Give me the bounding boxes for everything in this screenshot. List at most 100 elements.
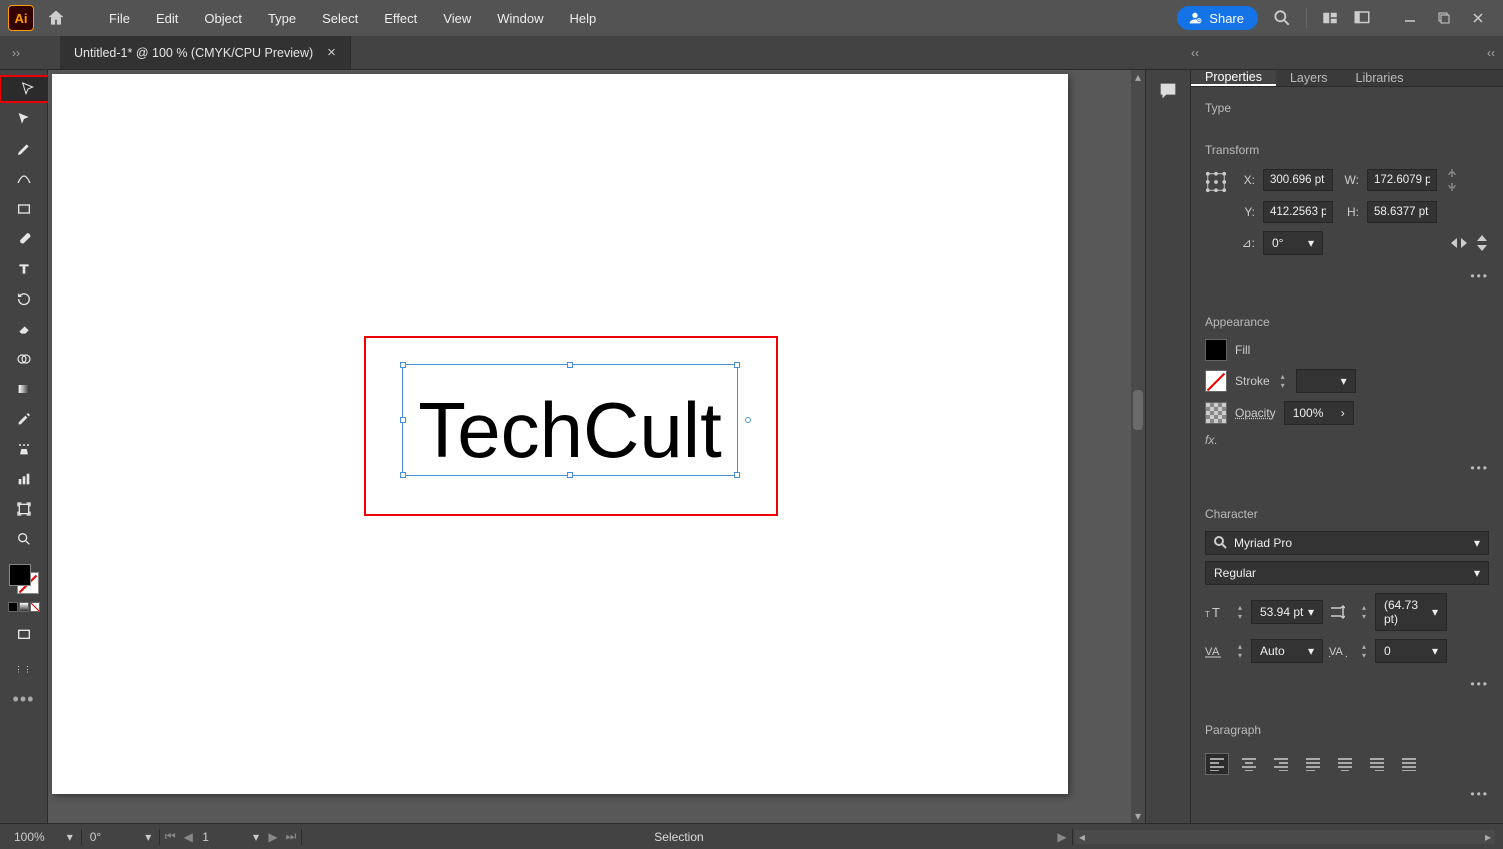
menu-edit[interactable]: Edit: [143, 11, 191, 26]
last-artboard-button[interactable]: ⏭: [283, 829, 299, 845]
leading-stepper[interactable]: ▴▾: [1359, 603, 1369, 621]
tab-properties[interactable]: Properties: [1191, 70, 1276, 86]
appearance-more[interactable]: •••: [1191, 459, 1503, 481]
canvas-area[interactable]: TechCult ▴ ▾: [48, 70, 1145, 823]
scroll-down-icon[interactable]: ▾: [1131, 809, 1145, 823]
zoom-tool[interactable]: [8, 526, 40, 552]
fx-label[interactable]: fx.: [1205, 433, 1218, 447]
align-left-button[interactable]: [1205, 753, 1229, 775]
justify-center-button[interactable]: [1333, 753, 1357, 775]
zoom-level[interactable]: 100%▾: [8, 830, 79, 844]
align-right-button[interactable]: [1269, 753, 1293, 775]
scroll-left-icon[interactable]: ◂: [1075, 830, 1089, 844]
menu-help[interactable]: Help: [556, 11, 609, 26]
angle-input[interactable]: 0°▾: [1263, 231, 1323, 255]
fill-swatch[interactable]: [9, 564, 31, 586]
color-mode-solid[interactable]: [8, 602, 18, 612]
arrange-icon[interactable]: [1321, 9, 1339, 27]
color-mode-none[interactable]: [30, 602, 40, 612]
menu-view[interactable]: View: [430, 11, 484, 26]
status-menu-icon[interactable]: ▶: [1054, 829, 1070, 845]
horizontal-scrollbar[interactable]: ◂ ▸: [1075, 830, 1495, 844]
transform-more[interactable]: •••: [1191, 267, 1503, 289]
panel-toggle-left-icon[interactable]: ‹‹: [1191, 46, 1199, 60]
search-icon[interactable]: [1272, 8, 1292, 28]
kerning-stepper[interactable]: ▴▾: [1235, 642, 1245, 660]
artboard-tool[interactable]: [8, 496, 40, 522]
tracking-input[interactable]: 0▾: [1375, 639, 1447, 663]
close-tab-icon[interactable]: ×: [327, 44, 336, 61]
color-mode-gradient[interactable]: [19, 602, 29, 612]
font-size-stepper[interactable]: ▴▾: [1235, 603, 1245, 621]
maximize-button[interactable]: [1427, 8, 1461, 28]
graph-tool[interactable]: [8, 466, 40, 492]
fill-color-swatch[interactable]: [1205, 339, 1227, 361]
leading-input[interactable]: (64.73 pt)▾: [1375, 593, 1447, 631]
tab-libraries[interactable]: Libraries: [1342, 70, 1418, 86]
text-object[interactable]: TechCult: [402, 374, 738, 486]
h-input[interactable]: [1367, 201, 1437, 223]
minimize-button[interactable]: [1393, 8, 1427, 28]
screen-mode-tool[interactable]: [8, 622, 40, 648]
eyedropper-tool[interactable]: [8, 406, 40, 432]
eraser-tool[interactable]: [8, 316, 40, 342]
paragraph-more[interactable]: •••: [1191, 785, 1503, 807]
align-center-button[interactable]: [1237, 753, 1261, 775]
close-button[interactable]: [1461, 8, 1495, 28]
constrain-proportions-icon[interactable]: [1445, 167, 1459, 193]
home-icon[interactable]: [46, 8, 66, 28]
character-more[interactable]: •••: [1191, 675, 1503, 697]
edit-toolbar[interactable]: ⋮⋮: [8, 656, 40, 682]
font-family-dropdown[interactable]: Myriad Pro ▾: [1205, 531, 1489, 555]
y-input[interactable]: [1263, 201, 1333, 223]
comments-icon[interactable]: [1157, 80, 1179, 102]
rotate-tool[interactable]: [8, 286, 40, 312]
vscroll-thumb[interactable]: [1133, 390, 1143, 430]
w-input[interactable]: [1367, 169, 1437, 191]
shape-builder-tool[interactable]: [8, 346, 40, 372]
curvature-tool[interactable]: [8, 166, 40, 192]
vertical-scrollbar[interactable]: ▴ ▾: [1131, 70, 1145, 823]
font-size-input[interactable]: 53.94 pt▾: [1251, 600, 1323, 624]
justify-all-button[interactable]: [1397, 753, 1421, 775]
panel-toggle-right-icon[interactable]: ‹‹: [1487, 46, 1495, 60]
type-tool[interactable]: [8, 256, 40, 282]
tab-layers[interactable]: Layers: [1276, 70, 1342, 86]
toolbar-toggle-icon[interactable]: ››: [12, 46, 20, 60]
opacity-input[interactable]: 100%›: [1284, 401, 1354, 425]
stroke-weight-stepper[interactable]: ▴▾: [1278, 372, 1288, 390]
stroke-color-swatch[interactable]: [1205, 370, 1227, 392]
fill-stroke-swatches[interactable]: [9, 564, 39, 594]
reference-point-icon[interactable]: [1205, 171, 1227, 193]
document-tab[interactable]: Untitled-1* @ 100 % (CMYK/CPU Preview) ×: [60, 36, 351, 69]
font-style-dropdown[interactable]: Regular▾: [1205, 561, 1489, 585]
menu-window[interactable]: Window: [484, 11, 556, 26]
x-input[interactable]: [1263, 169, 1333, 191]
scroll-up-icon[interactable]: ▴: [1131, 70, 1145, 84]
workspace-icon[interactable]: [1353, 9, 1371, 27]
scroll-right-icon[interactable]: ▸: [1481, 830, 1495, 844]
rectangle-tool[interactable]: [8, 196, 40, 222]
more-tools[interactable]: •••: [8, 686, 40, 712]
menu-select[interactable]: Select: [309, 11, 371, 26]
pen-tool[interactable]: [8, 136, 40, 162]
kerning-input[interactable]: Auto▾: [1251, 639, 1323, 663]
tracking-stepper[interactable]: ▴▾: [1359, 642, 1369, 660]
opacity-swatch[interactable]: [1205, 402, 1227, 424]
symbol-sprayer-tool[interactable]: [8, 436, 40, 462]
next-artboard-button[interactable]: ▶: [265, 829, 281, 845]
first-artboard-button[interactable]: ⏮: [162, 829, 178, 845]
justify-left-button[interactable]: [1301, 753, 1325, 775]
paintbrush-tool[interactable]: [8, 226, 40, 252]
prev-artboard-button[interactable]: ◀: [180, 829, 196, 845]
artboard[interactable]: TechCult: [52, 74, 1068, 794]
gradient-tool[interactable]: [8, 376, 40, 402]
direct-selection-tool[interactable]: [8, 106, 40, 132]
menu-type[interactable]: Type: [255, 11, 309, 26]
menu-object[interactable]: Object: [191, 11, 255, 26]
artboard-number[interactable]: 1▾: [196, 830, 265, 844]
rotation-level[interactable]: 0°▾: [84, 830, 158, 844]
stroke-weight-input[interactable]: ▾: [1296, 369, 1356, 393]
flip-vertical-icon[interactable]: [1475, 235, 1489, 251]
menu-effect[interactable]: Effect: [371, 11, 430, 26]
